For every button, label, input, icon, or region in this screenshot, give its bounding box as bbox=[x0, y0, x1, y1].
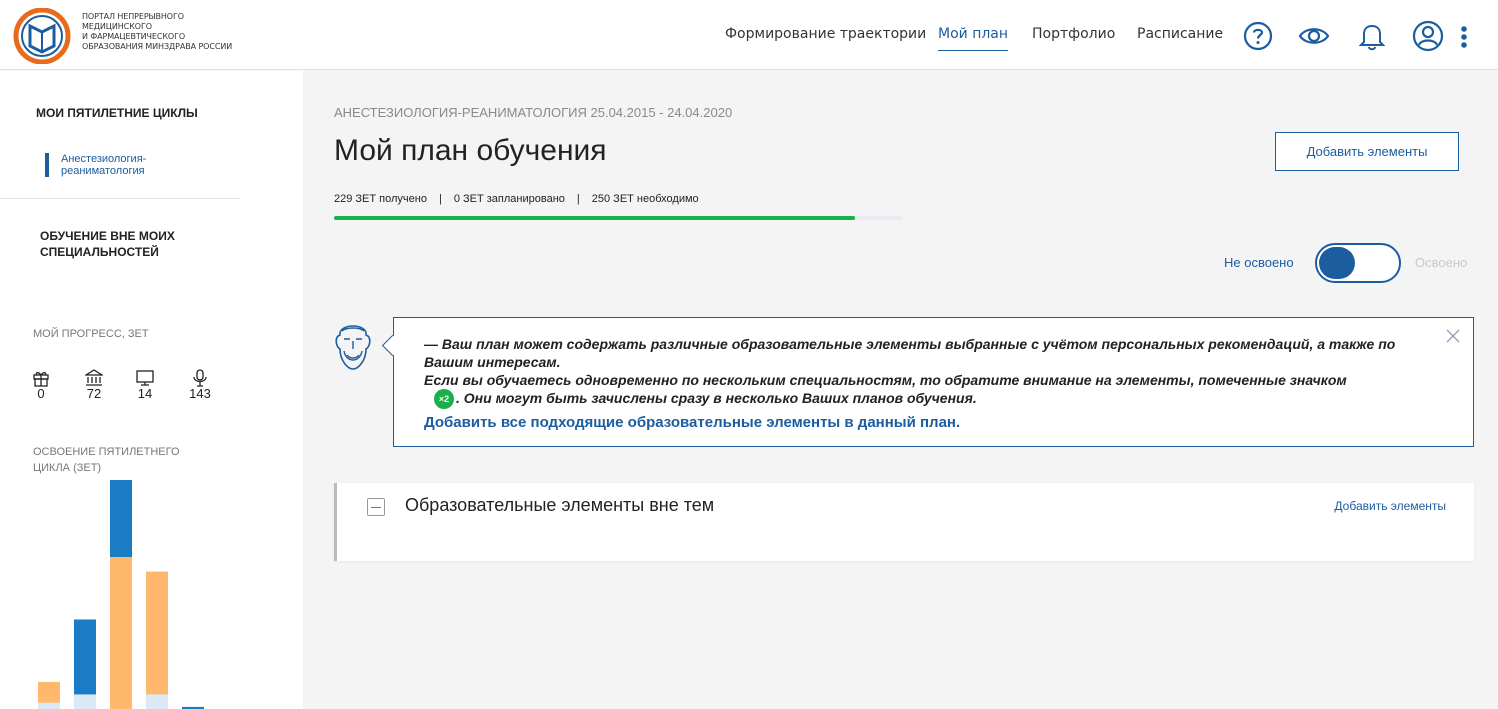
chart-bar-segment-1-1 bbox=[38, 702, 60, 709]
mastery-chart bbox=[38, 480, 204, 709]
notice-line-3: ×2. Они могут быть зачислены сразу в нес… bbox=[424, 389, 1434, 410]
toggle-label-not-mastered[interactable]: Не освоено bbox=[1224, 255, 1294, 270]
stat-microphone: 143 bbox=[185, 369, 215, 401]
logo-line-2: медицинского bbox=[82, 22, 152, 31]
nav-my-plan[interactable]: Мой план bbox=[938, 26, 1009, 51]
sidebar-divider bbox=[0, 198, 240, 199]
logo-line-1: Портал непрерывного bbox=[82, 12, 184, 21]
notice-line-3-text: . Они могут быть зачислены сразу в неско… bbox=[456, 390, 977, 406]
zet-progress-fill bbox=[334, 216, 856, 220]
stat-institution: 72 bbox=[79, 369, 109, 401]
stat-monitor-value: 14 bbox=[137, 386, 153, 401]
gift-icon bbox=[33, 372, 49, 387]
logo-text: Портал непрерывного медицинского и фарма… bbox=[82, 12, 232, 52]
sidebar-outside-title[interactable]: ОБУЧЕНИЕ ВНЕ МОИХ СПЕЦИАЛЬНОСТЕЙ bbox=[40, 228, 220, 260]
logo-line-4: образования минздрава России bbox=[82, 42, 233, 51]
section-title: Образовательные элементы вне тем bbox=[405, 495, 715, 515]
chart-bar-segment-3-1 bbox=[110, 557, 132, 709]
sidebar-cycles-title: МОИ ПЯТИЛЕТНИЕ ЦИКЛЫ bbox=[36, 106, 198, 120]
info-notice: — Ваш план может содержать различные обр… bbox=[393, 317, 1474, 447]
chart-bar-segment-1-2 bbox=[38, 681, 60, 703]
mastered-toggle[interactable] bbox=[1315, 243, 1401, 283]
chart-bar-segment-4-2 bbox=[146, 571, 168, 695]
toggle-label-mastered[interactable]: Освоено bbox=[1415, 255, 1467, 270]
chart-bar-segment-2-2 bbox=[74, 619, 96, 695]
user-icon[interactable] bbox=[1412, 20, 1444, 52]
sidebar-item-anesthesiology[interactable]: Анестезиология-реаниматология bbox=[45, 153, 171, 177]
notice-text: — Ваш план может содержать различные обр… bbox=[424, 335, 1434, 410]
logo-line-3: и фармацевтического bbox=[82, 32, 186, 41]
zet-received: 229 ЗЕТ получено bbox=[334, 193, 427, 205]
sage-avatar-icon bbox=[335, 325, 371, 370]
top-header: Портал непрерывного медицинского и фарма… bbox=[0, 0, 1498, 70]
zet-planned: 0 ЗЕТ запланировано bbox=[453, 193, 565, 205]
chart-bar-segment-2-1 bbox=[74, 694, 96, 709]
add-elements-button[interactable]: Добавить элементы bbox=[1275, 132, 1459, 171]
close-icon[interactable] bbox=[1445, 328, 1461, 344]
zet-required: 250 ЗЕТ необходимо bbox=[591, 193, 699, 205]
page-title: Мой план обучения bbox=[334, 134, 607, 167]
chart-bar-segment-4-1 bbox=[146, 694, 168, 709]
zet-separator: | bbox=[438, 193, 442, 205]
zet-progress-bar bbox=[334, 216, 903, 220]
stat-microphone-value: 143 bbox=[189, 386, 211, 401]
chart-bar-segment-3-2 bbox=[110, 480, 132, 558]
progress-title: МОЙ ПРОГРЕСС, ЗЕТ bbox=[33, 328, 149, 340]
section-add-elements-link[interactable]: Добавить элементы bbox=[1334, 499, 1446, 513]
toggle-knob bbox=[1319, 247, 1355, 279]
x2-badge-icon: ×2 bbox=[434, 389, 454, 410]
notice-line-1: — Ваш план может содержать различные обр… bbox=[424, 336, 1396, 370]
section-no-topic: Образовательные элементы вне тем Добавит… bbox=[334, 483, 1474, 561]
stat-institution-value: 72 bbox=[86, 386, 102, 401]
stat-gift: 0 bbox=[26, 369, 56, 401]
nav-portfolio[interactable]: Портфолио bbox=[1032, 26, 1115, 42]
microphone-icon bbox=[193, 369, 207, 387]
help-icon[interactable] bbox=[1242, 20, 1274, 52]
zet-summary: 229 ЗЕТ получено | 0 ЗЕТ запланировано | 250… bbox=[334, 193, 699, 205]
stat-monitor: 14 bbox=[130, 369, 160, 401]
nav-trajectory[interactable]: Формирование траектории bbox=[725, 26, 926, 42]
monitor-icon bbox=[136, 370, 154, 386]
collapse-icon[interactable] bbox=[367, 498, 385, 516]
add-all-elements-link[interactable]: Добавить все подходящие образовательные … bbox=[424, 414, 960, 431]
bell-icon[interactable] bbox=[1356, 20, 1388, 52]
breadcrumb: АНЕСТЕЗИОЛОГИЯ-РЕАНИМАТОЛОГИЯ 25.04.2015… bbox=[334, 105, 733, 120]
stat-gift-value: 0 bbox=[37, 386, 45, 401]
logo-icon[interactable] bbox=[12, 8, 74, 64]
institution-icon bbox=[85, 369, 103, 386]
nav-schedule[interactable]: Расписание bbox=[1137, 26, 1223, 42]
zet-separator: | bbox=[576, 193, 580, 205]
notice-line-2: Если вы обучаетесь одновременно по неско… bbox=[424, 372, 1347, 388]
sidebar-item-label: Анестезиология-реаниматология bbox=[61, 153, 147, 177]
more-vertical-icon[interactable] bbox=[1452, 20, 1476, 52]
mastery-title: ОСВОЕНИЕ ПЯТИЛЕТНЕГО ЦИКЛА (ЗЕТ) bbox=[33, 446, 180, 474]
eye-icon[interactable] bbox=[1298, 20, 1330, 52]
